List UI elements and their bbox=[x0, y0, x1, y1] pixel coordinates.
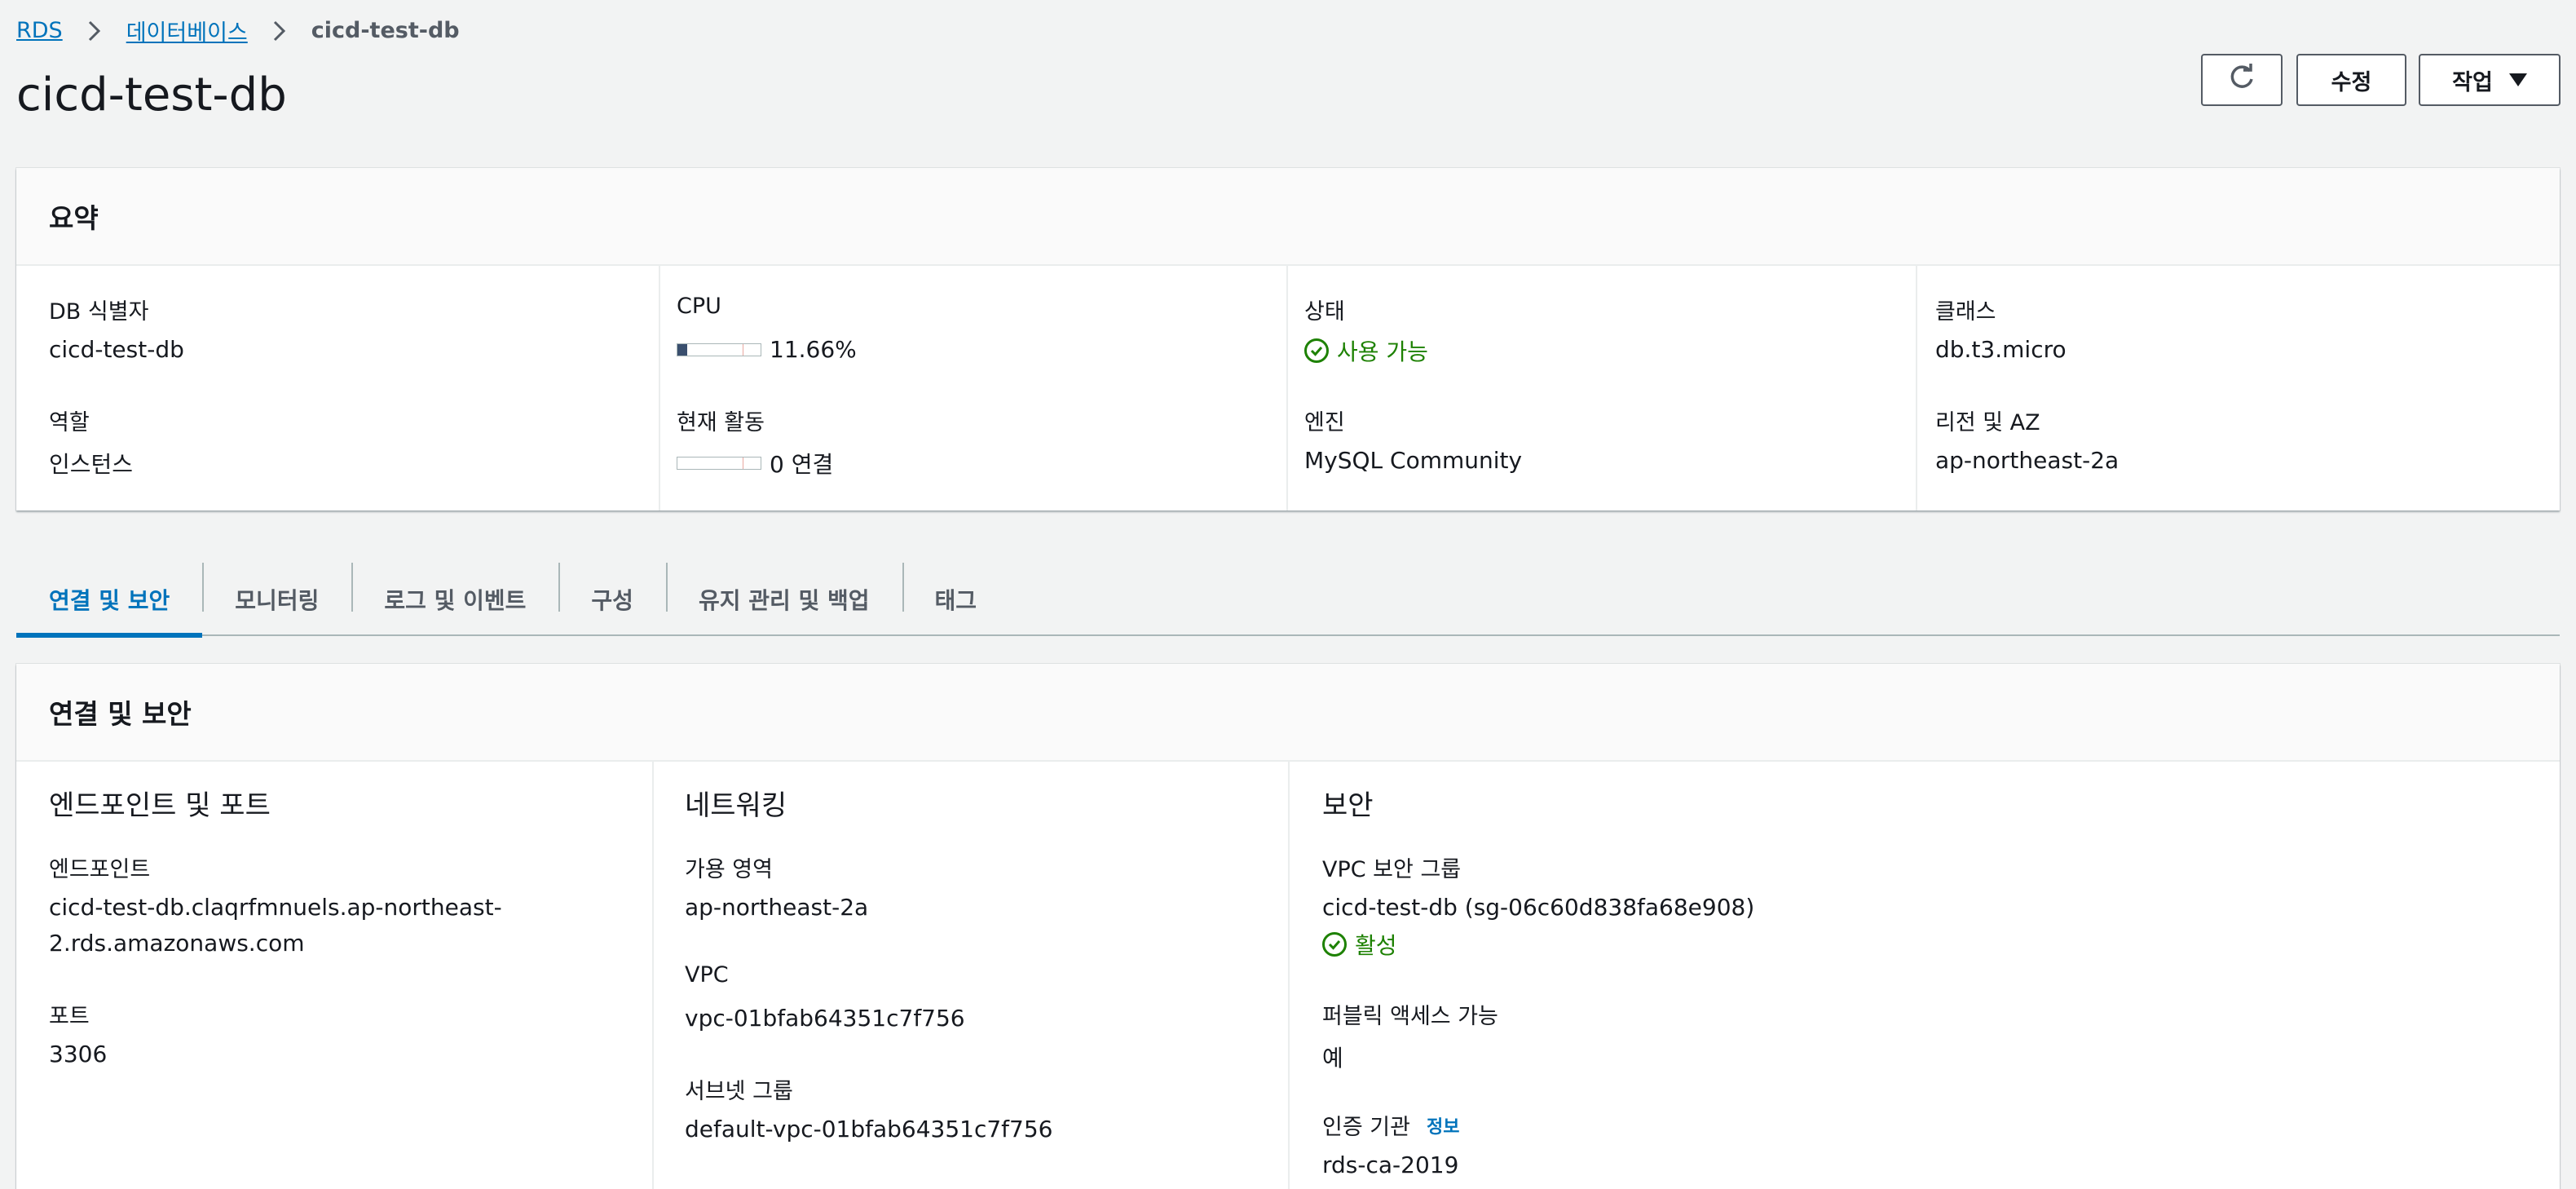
networking-section: 네트워킹 가용 영역 ap-northeast-2a VPC vpc-01bfa… bbox=[654, 762, 1290, 1189]
chevron-right-icon bbox=[269, 20, 290, 42]
class-label: 클래스 bbox=[1935, 299, 1996, 325]
status-text: 사용 가능 bbox=[1337, 338, 1428, 365]
ca-label: 인증 기관 bbox=[1322, 1115, 1410, 1140]
security-group-link[interactable]: cicd-test-db (sg-06c60d838fa68e908) bbox=[1322, 894, 1754, 921]
public-access-label: 퍼블릭 액세스 가능 bbox=[1322, 1004, 1498, 1029]
region-label: 리전 및 AZ bbox=[1935, 410, 2040, 435]
check-circle-icon bbox=[1304, 338, 1329, 363]
endpoint-label: 엔드포인트 bbox=[49, 857, 151, 882]
refresh-icon bbox=[2227, 63, 2256, 98]
summary-col-status: 상태 사용 가능 엔진 MySQL Community bbox=[1288, 266, 1917, 511]
engine-label: 엔진 bbox=[1304, 410, 1345, 435]
cpu-meter-threshold bbox=[743, 343, 761, 356]
cpu-meter bbox=[677, 343, 761, 356]
port-label: 포트 bbox=[49, 1004, 90, 1029]
breadcrumb-current: cicd-test-db bbox=[311, 18, 460, 43]
caret-down-icon bbox=[2508, 73, 2527, 86]
ca-label-row: 인증 기관 정보 bbox=[1322, 1109, 1459, 1141]
actions-button-label: 작업 bbox=[2452, 69, 2493, 95]
breadcrumb: RDS 데이터베이스 cicd-test-db bbox=[16, 15, 460, 46]
vpc-link[interactable]: vpc-01bfab64351c7f756 bbox=[685, 1005, 965, 1032]
actions-button[interactable]: 작업 bbox=[2419, 54, 2561, 106]
db-identifier-value: cicd-test-db bbox=[49, 336, 184, 363]
sg-status-text: 활성 bbox=[1355, 932, 1397, 959]
refresh-button[interactable] bbox=[2201, 54, 2283, 106]
summary-panel: 요약 DB 식별자 cicd-test-db 역할 인스턴스 CPU 11.66… bbox=[16, 168, 2560, 511]
security-section: 보안 VPC 보안 그룹 cicd-test-db (sg-06c60d838f… bbox=[1290, 762, 2560, 1189]
ca-info-link[interactable]: 정보 bbox=[1427, 1112, 1459, 1138]
chevron-right-icon bbox=[84, 20, 105, 42]
page-title: cicd-test-db bbox=[16, 69, 287, 122]
breadcrumb-rds-link[interactable]: RDS bbox=[16, 18, 63, 43]
role-label: 역할 bbox=[49, 410, 90, 435]
summary-col-class: 클래스 db.t3.micro 리전 및 AZ ap-northeast-2a bbox=[1917, 266, 2560, 511]
vpc-label: VPC bbox=[685, 962, 729, 988]
endpoint-value-line2: 2.rds.amazonaws.com bbox=[49, 930, 305, 957]
activity-meter-threshold bbox=[743, 457, 761, 469]
activity-label: 현재 활동 bbox=[677, 410, 765, 435]
summary-col-cpu: CPU 11.66% 현재 활동 0 연결 bbox=[660, 266, 1288, 511]
subnet-value: default-vpc-01bfab64351c7f756 bbox=[685, 1116, 1053, 1143]
role-value: 인스턴스 bbox=[49, 451, 134, 478]
cpu-value: 11.66% bbox=[677, 336, 857, 363]
tab-maintenance-backups[interactable]: 유지 관리 및 백업 bbox=[665, 563, 902, 636]
status-label: 상태 bbox=[1304, 299, 1345, 325]
cpu-label: CPU bbox=[677, 294, 721, 319]
tab-connectivity-security[interactable]: 연결 및 보안 bbox=[16, 563, 203, 638]
az-value: ap-northeast-2a bbox=[685, 894, 869, 921]
port-value: 3306 bbox=[49, 1041, 108, 1067]
breadcrumb-databases-link[interactable]: 데이터베이스 bbox=[126, 15, 248, 46]
summary-col-identifier: DB 식별자 cicd-test-db 역할 인스턴스 bbox=[16, 266, 660, 511]
connectivity-title: 연결 및 보안 bbox=[16, 664, 2560, 762]
public-access-value: 예 bbox=[1322, 1045, 1343, 1072]
class-value: db.t3.micro bbox=[1935, 336, 2067, 363]
security-section-title: 보안 bbox=[1322, 789, 1374, 822]
subnet-label: 서브넷 그룹 bbox=[685, 1079, 793, 1104]
sg-status: 활성 bbox=[1322, 928, 1397, 961]
summary-title: 요약 bbox=[16, 168, 2560, 266]
endpoint-value-line1: cicd-test-db.claqrfmnuels.ap-northeast- bbox=[49, 894, 502, 921]
tab-tags[interactable]: 태그 bbox=[902, 563, 1010, 636]
modify-button[interactable]: 수정 bbox=[2296, 54, 2406, 106]
ca-value: rds-ca-2019 bbox=[1322, 1151, 1459, 1178]
activity-meter bbox=[677, 457, 761, 470]
endpoint-section-title: 엔드포인트 및 포트 bbox=[49, 789, 271, 822]
tab-monitoring[interactable]: 모니터링 bbox=[202, 563, 351, 636]
activity-connections: 0 연결 bbox=[770, 451, 834, 478]
az-label: 가용 영역 bbox=[685, 857, 773, 882]
detail-tabs: 연결 및 보안 모니터링 로그 및 이벤트 구성 유지 관리 및 백업 태그 bbox=[16, 563, 2560, 638]
engine-value: MySQL Community bbox=[1304, 447, 1523, 474]
region-value: ap-northeast-2a bbox=[1935, 447, 2119, 474]
tab-configuration[interactable]: 구성 bbox=[558, 563, 666, 636]
tab-logs-events[interactable]: 로그 및 이벤트 bbox=[351, 563, 558, 636]
cpu-meter-fill bbox=[677, 343, 687, 356]
sg-label: VPC 보안 그룹 bbox=[1322, 857, 1462, 882]
activity-value: 0 연결 bbox=[677, 447, 833, 480]
check-circle-icon bbox=[1322, 932, 1347, 957]
cpu-percent: 11.66% bbox=[770, 336, 857, 363]
endpoint-section: 엔드포인트 및 포트 엔드포인트 cicd-test-db.claqrfmnue… bbox=[16, 762, 654, 1189]
status-value: 사용 가능 bbox=[1304, 334, 1428, 367]
db-identifier-label: DB 식별자 bbox=[49, 299, 149, 325]
networking-section-title: 네트워킹 bbox=[685, 789, 787, 822]
connectivity-panel: 연결 및 보안 엔드포인트 및 포트 엔드포인트 cicd-test-db.cl… bbox=[16, 664, 2560, 1189]
